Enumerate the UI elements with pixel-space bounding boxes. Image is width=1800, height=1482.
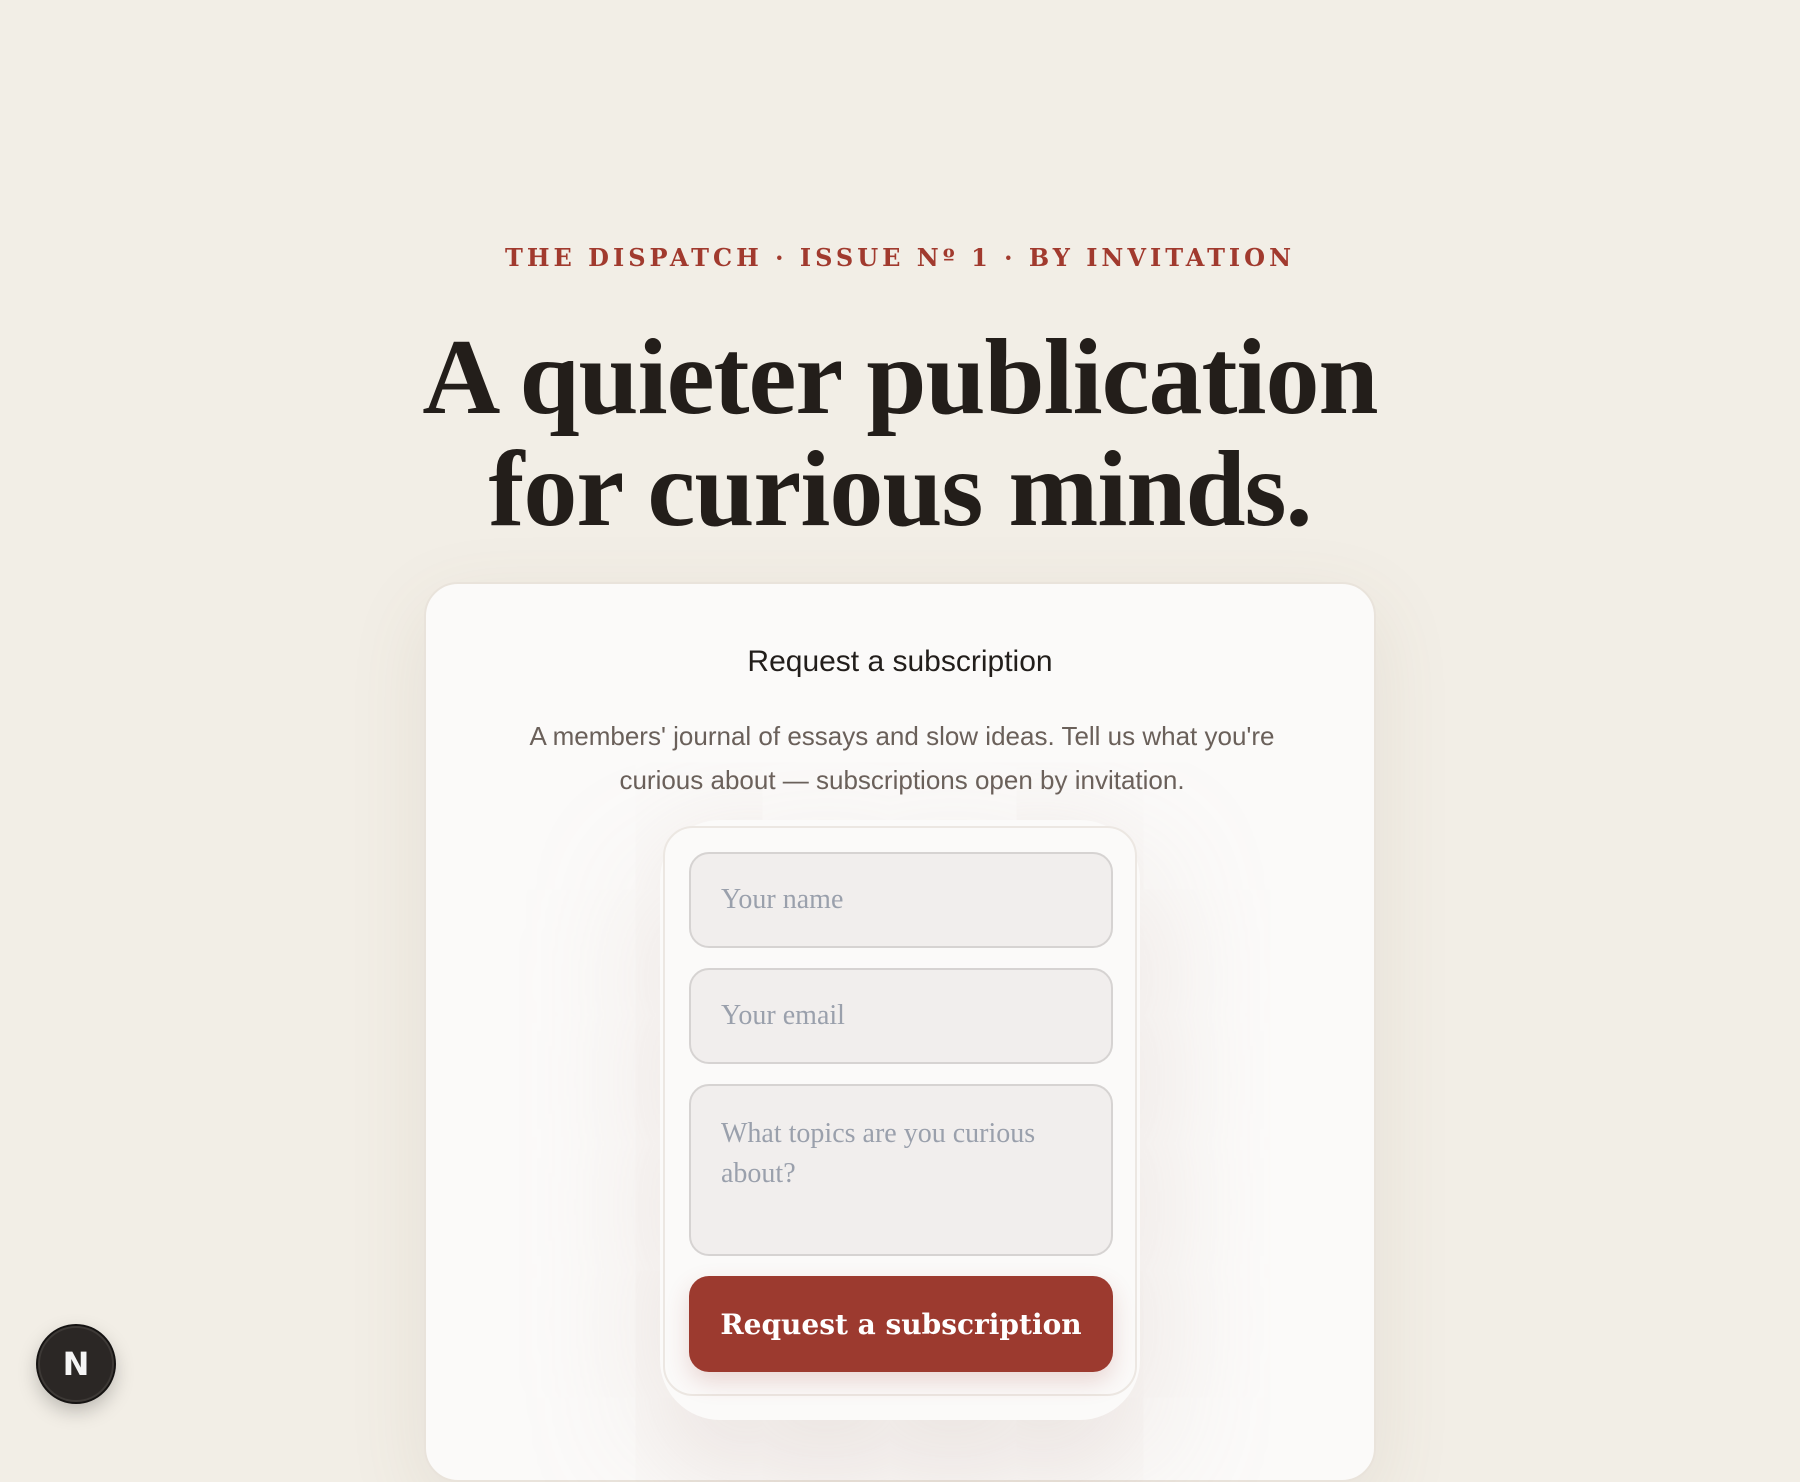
headline-line-2: for curious minds. bbox=[488, 430, 1312, 549]
nextjs-icon[interactable]: N bbox=[38, 1326, 114, 1402]
headline-line-1: A quieter publication bbox=[422, 318, 1378, 437]
card-description: A members' journal of essays and slow id… bbox=[529, 721, 1275, 795]
email-input[interactable] bbox=[689, 968, 1113, 1064]
eyebrow-label: THE DISPATCH · ISSUE Nº 1 · BY INVITATIO… bbox=[504, 243, 1295, 272]
topics-textarea[interactable] bbox=[689, 1084, 1113, 1256]
request-subscription-button[interactable]: Request a subscription bbox=[689, 1276, 1113, 1372]
card-title: Request a subscription bbox=[747, 645, 1053, 678]
badge-letter: N bbox=[62, 1345, 90, 1383]
name-input[interactable] bbox=[689, 852, 1113, 948]
subscription-form: Request a subscription bbox=[663, 826, 1137, 1396]
page-headline: A quieter publication for curious minds. bbox=[0, 322, 1800, 546]
